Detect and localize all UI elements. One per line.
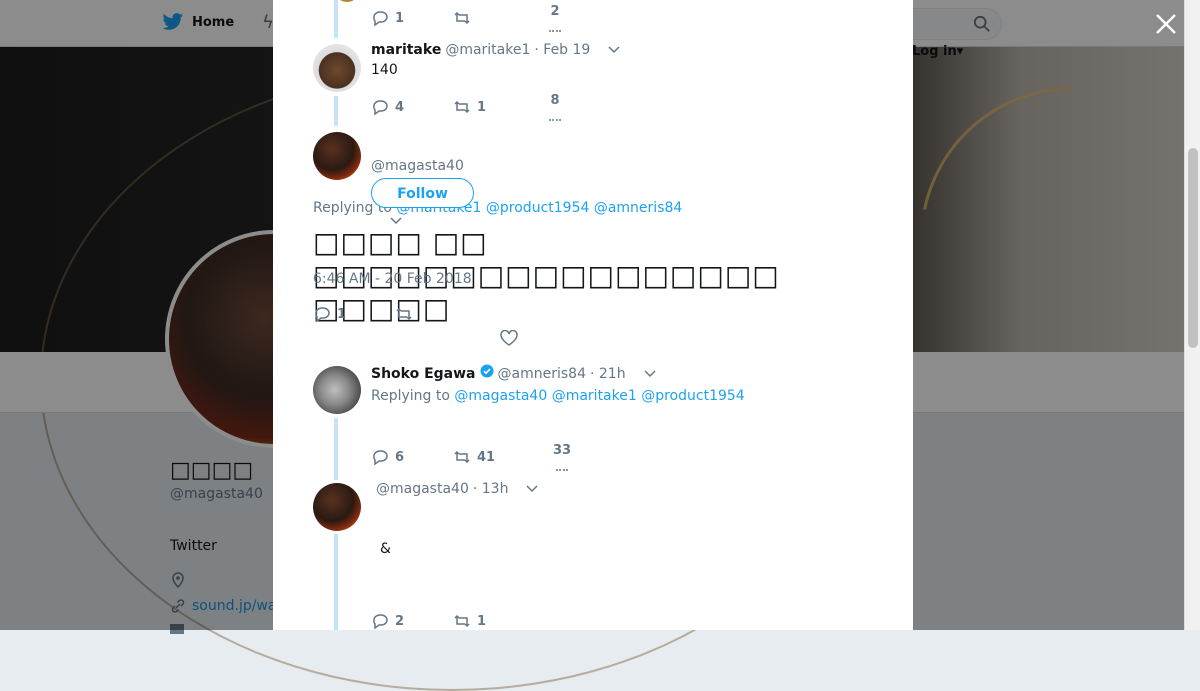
replying-prefix: Replying to (371, 388, 450, 404)
retweet-icon (454, 11, 470, 25)
reply-icon (373, 11, 388, 27)
tweet-actions: 6 41 33 (371, 443, 571, 471)
thread-line (334, 418, 338, 480)
reply-icon (373, 100, 388, 116)
like-indicator (549, 115, 561, 121)
mention-link[interactable]: @amneris84 (594, 200, 682, 216)
retweet-count: 1 (477, 99, 487, 115)
tweet-header: @magasta40 (371, 158, 464, 174)
tweet-header: @magasta40 · 13h (376, 481, 538, 497)
retweet-button[interactable]: 1 (453, 612, 549, 630)
chevron-down-icon[interactable] (390, 217, 402, 225)
reply-count: 2 (395, 613, 405, 629)
like-indicator (549, 26, 561, 32)
thread-line (334, 534, 338, 630)
tweet-author-handle[interactable]: @magasta40 (376, 481, 469, 497)
like-button[interactable]: 33 (553, 443, 571, 471)
chevron-down-icon[interactable] (526, 485, 538, 493)
reply-button[interactable]: 1 (313, 305, 395, 323)
reply-icon (315, 307, 330, 323)
reply-button[interactable]: 6 (371, 448, 453, 466)
tweet-actions: 1 2 (371, 4, 561, 32)
tweet-actions: 4 1 8 (371, 93, 561, 121)
reply-count: 1 (337, 306, 347, 322)
tweet-author-handle[interactable]: @amneris84 (498, 366, 586, 382)
retweet-button[interactable] (453, 9, 549, 27)
avatar[interactable] (313, 483, 361, 531)
tweet-author-name[interactable]: Shoko Egawa (371, 366, 476, 382)
tweet-author-handle[interactable]: @maritake1 (445, 42, 530, 58)
tweet-author-handle[interactable]: @magasta40 (371, 158, 464, 174)
heart-icon[interactable] (500, 330, 518, 346)
main-tweet-timestamp[interactable]: 6:46 AM - 20 Feb 2018 (313, 271, 472, 287)
replying-to: Replying to @maritake1 @product1954 @amn… (313, 200, 682, 216)
scrollbar-thumb[interactable] (1188, 148, 1198, 348)
like-indicator (556, 465, 569, 471)
retweet-button[interactable] (395, 305, 413, 323)
retweet-count: 1 (477, 613, 487, 629)
avatar[interactable] (313, 366, 361, 414)
chevron-down-icon[interactable] (608, 46, 620, 54)
mention-link[interactable]: @magasta40 (454, 388, 547, 404)
retweet-icon (454, 450, 470, 464)
tweet-timestamp[interactable]: · 21h (590, 366, 626, 382)
tweet-text: & (380, 541, 391, 557)
like-button[interactable]: 2 (549, 4, 561, 32)
reply-count: 1 (395, 10, 405, 26)
thread-line (334, 0, 338, 38)
mention-link[interactable]: @product1954 (641, 388, 744, 404)
tweet-header: maritake @maritake1 · Feb 19 (371, 42, 620, 58)
like-count: 2 (550, 4, 560, 19)
retweet-button[interactable]: 1 (453, 98, 549, 116)
reply-button[interactable]: 1 (371, 9, 453, 27)
retweet-count: 41 (477, 449, 496, 465)
tweet-timestamp[interactable]: · Feb 19 (534, 42, 590, 58)
reply-icon (373, 614, 388, 630)
like-count: 33 (553, 443, 572, 458)
tweet-actions: 1 (313, 305, 413, 323)
retweet-icon (454, 614, 470, 628)
tweet-author-name[interactable]: maritake (371, 42, 441, 58)
like-button[interactable]: 8 (549, 93, 561, 121)
tweet-timestamp[interactable]: · 13h (473, 481, 509, 497)
tweet-header: Shoko Egawa @amneris84 · 21h (371, 364, 656, 382)
avatar[interactable] (313, 132, 361, 180)
close-icon[interactable] (1152, 10, 1180, 38)
reply-button[interactable]: 4 (371, 98, 453, 116)
avatar[interactable] (313, 44, 361, 92)
follow-button[interactable]: Follow (371, 178, 474, 208)
like-count: 8 (550, 93, 560, 108)
reply-count: 4 (395, 99, 405, 115)
reply-icon (373, 450, 388, 466)
thread-line (334, 96, 338, 126)
tweet-actions: 2 1 (371, 612, 549, 630)
page-scrollbar[interactable] (1184, 0, 1200, 630)
reply-button[interactable]: 2 (371, 612, 453, 630)
mention-link[interactable]: @maritake1 (552, 388, 637, 404)
replying-to: Replying to @magasta40 @maritake1 @produ… (371, 388, 745, 404)
retweet-icon (454, 100, 470, 114)
tweet-text: 140 (371, 62, 398, 78)
verified-badge-icon (480, 364, 494, 378)
retweet-icon (396, 307, 412, 321)
mention-link[interactable]: @product1954 (486, 200, 589, 216)
reply-count: 6 (395, 449, 405, 465)
chevron-down-icon[interactable] (644, 370, 656, 378)
tweet-permalink-modal: 1 2 maritake @maritake1 · Feb 19 140 4 1… (273, 0, 913, 630)
retweet-button[interactable]: 41 (453, 448, 553, 466)
